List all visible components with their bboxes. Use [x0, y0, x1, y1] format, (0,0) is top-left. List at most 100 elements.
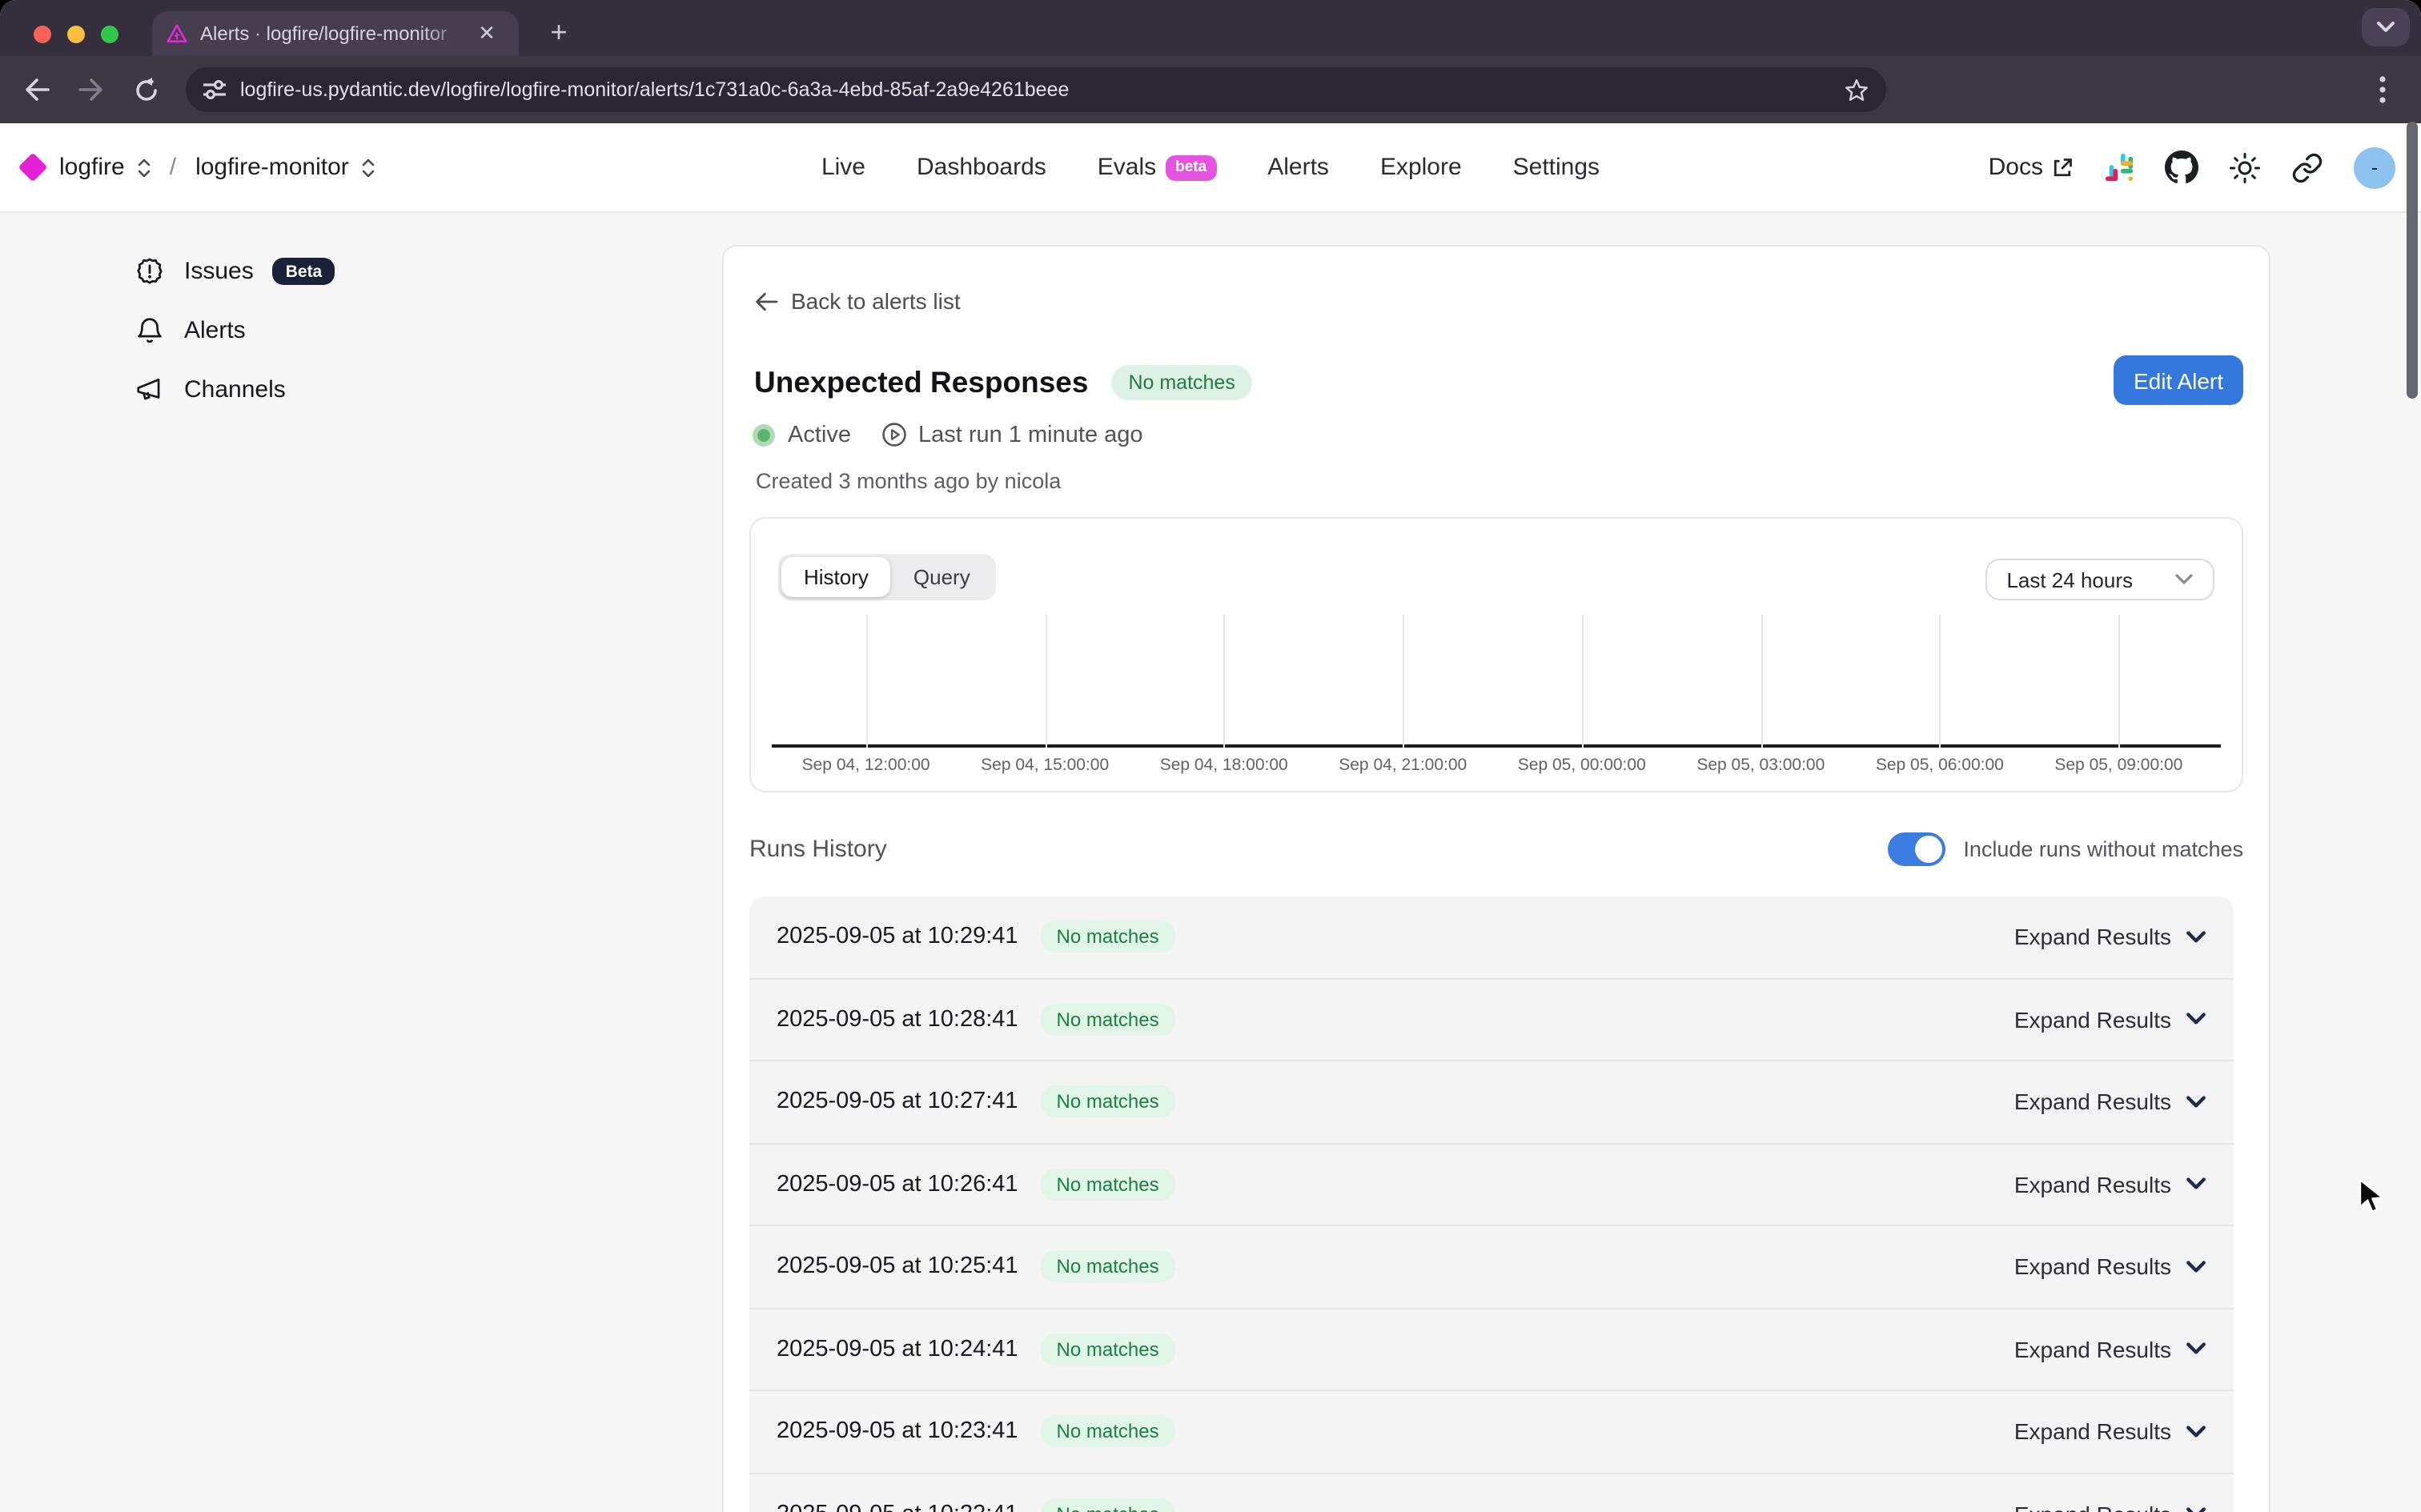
run-timestamp: 2025-09-05 at 10:23:41	[777, 1419, 1018, 1445]
new-tab-button[interactable]: +	[538, 13, 580, 54]
nav-item-settings[interactable]: Settings	[1513, 154, 1600, 181]
main-nav: Live Dashboards Evalsbeta Alerts Explore Sett…	[821, 154, 1600, 181]
expand-results-label: Expand Results	[2014, 1254, 2171, 1280]
run-row: 2025-09-05 at 10:27:41 No matches Expand…	[749, 1061, 2234, 1144]
minimize-window-button[interactable]	[67, 26, 85, 43]
expand-results-label: Expand Results	[2014, 924, 2171, 950]
browser-toolbar: logfire-us.pydantic.dev/logfire/logfire-…	[0, 56, 2421, 123]
expand-results-button[interactable]: Expand Results	[2014, 924, 2206, 950]
page-scrollbar[interactable]	[2407, 122, 2418, 399]
runs-history-title: Runs History	[749, 836, 887, 863]
expand-results-button[interactable]: Expand Results	[2014, 1172, 2206, 1197]
chart-x-tick-label: Sep 05, 00:00:00	[1518, 756, 1646, 775]
theme-sun-icon[interactable]	[2229, 151, 2261, 183]
expand-results-button[interactable]: Expand Results	[2014, 1419, 2206, 1445]
browser-menu-button[interactable]	[2363, 75, 2402, 104]
expand-results-label: Expand Results	[2014, 1007, 2171, 1033]
chevron-down-icon	[2186, 1013, 2206, 1027]
active-status-dot	[753, 423, 775, 446]
window-controls[interactable]	[34, 26, 118, 43]
run-row: 2025-09-05 at 10:25:41 No matches Expand…	[749, 1226, 2234, 1309]
site-settings-icon[interactable]	[202, 78, 227, 101]
megaphone-icon	[134, 375, 165, 405]
back-to-alerts-link[interactable]: Back to alerts list	[754, 288, 961, 314]
forward-button[interactable]	[64, 77, 118, 102]
run-timestamp: 2025-09-05 at 10:29:41	[777, 924, 1018, 950]
chart-gridline	[1582, 615, 1584, 748]
url-text[interactable]: logfire-us.pydantic.dev/logfire/logfire-…	[240, 78, 1843, 101]
sidebar-item-issues[interactable]: Issues Beta	[134, 256, 335, 287]
nav-item-label: Alerts	[1267, 154, 1329, 181]
chart-x-tick-labels: Sep 04, 12:00:00Sep 04, 15:00:00Sep 04, …	[772, 756, 2221, 778]
app-header: logfire / logfire-monitor LiveDashboards…	[0, 123, 2421, 213]
history-query-tabs: History Query	[778, 554, 996, 600]
user-avatar[interactable]: -	[2354, 146, 2395, 188]
runs-list: 2025-09-05 at 10:29:41 No matches Expand…	[749, 896, 2234, 1512]
chart-x-tick-label: Sep 04, 18:00:00	[1160, 756, 1288, 775]
run-row: 2025-09-05 at 10:26:41 No matches Expand…	[749, 1144, 2234, 1226]
run-timestamp: 2025-09-05 at 10:24:41	[777, 1337, 1018, 1362]
tab-search-button[interactable]	[2362, 8, 2410, 46]
nav-item-alerts[interactable]: Alerts	[1267, 154, 1329, 181]
nav-item-explore[interactable]: Explore	[1380, 154, 1462, 181]
expand-results-button[interactable]: Expand Results	[2014, 1254, 2206, 1280]
sidebar-item-channels[interactable]: Channels	[134, 375, 286, 405]
history-chart	[772, 615, 2221, 748]
external-link-icon	[2051, 156, 2074, 178]
close-window-button[interactable]	[34, 26, 51, 43]
logfire-favicon-icon	[165, 22, 189, 46]
chart-x-tick-label: Sep 05, 09:00:00	[2054, 756, 2182, 775]
bookmark-star-icon[interactable]	[1843, 76, 1870, 103]
alert-status-badge: No matches	[1110, 365, 1252, 400]
chevron-down-icon	[2186, 1177, 2206, 1192]
include-runs-toggle[interactable]	[1888, 832, 1945, 866]
sidebar-item-alerts[interactable]: Alerts	[134, 315, 246, 346]
chevron-down-icon	[2376, 21, 2395, 34]
org-selector[interactable]: logfire	[59, 154, 125, 181]
github-icon[interactable]	[2165, 150, 2198, 184]
zoom-window-button[interactable]	[101, 26, 118, 43]
docs-label: Docs	[1989, 154, 2043, 181]
tab-close-icon[interactable]: ✕	[472, 19, 501, 48]
header-actions: Docs -	[1989, 146, 2395, 188]
run-row: 2025-09-05 at 10:22:41 No matches Expand…	[749, 1474, 2234, 1512]
project-selector[interactable]: logfire-monitor	[195, 154, 349, 181]
time-range-select[interactable]: Last 24 hours	[1985, 559, 2214, 600]
nav-item-evals[interactable]: Evalsbeta	[1098, 154, 1216, 181]
expand-results-label: Expand Results	[2014, 1502, 2171, 1512]
tab-query[interactable]: Query	[891, 557, 993, 597]
sidebar-item-label: Alerts	[184, 317, 246, 344]
nav-item-dashboards[interactable]: Dashboards	[917, 154, 1046, 181]
org-selector-chevrons-icon[interactable]	[138, 158, 151, 177]
expand-results-button[interactable]: Expand Results	[2014, 1089, 2206, 1115]
expand-results-button[interactable]: Expand Results	[2014, 1502, 2206, 1512]
run-timestamp: 2025-09-05 at 10:25:41	[777, 1254, 1018, 1280]
run-match-badge: No matches	[1041, 1498, 1175, 1512]
browser-window: Alerts · logfire/logfire-monitor ✕ + log…	[0, 0, 2421, 1512]
tab-history[interactable]: History	[781, 557, 891, 597]
slack-icon[interactable]	[2104, 152, 2134, 182]
back-button[interactable]	[10, 77, 64, 102]
expand-results-button[interactable]: Expand Results	[2014, 1337, 2206, 1362]
include-runs-toggle-label: Include runs without matches	[1963, 837, 2243, 861]
nav-item-live[interactable]: Live	[821, 154, 865, 181]
alert-detail-card: Back to alerts list Unexpected Responses…	[722, 245, 2270, 1512]
nav-item-label: Explore	[1380, 154, 1462, 181]
browser-tab[interactable]: Alerts · logfire/logfire-monitor ✕	[152, 11, 519, 56]
chevron-down-icon	[2186, 1425, 2206, 1439]
project-selector-chevrons-icon[interactable]	[362, 158, 375, 177]
expand-results-button[interactable]: Expand Results	[2014, 1007, 2206, 1033]
chart-x-axis	[772, 744, 2221, 748]
docs-link[interactable]: Docs	[1989, 154, 2074, 181]
run-match-badge: No matches	[1041, 1004, 1175, 1036]
logfire-logo-icon	[18, 153, 48, 182]
run-row: 2025-09-05 at 10:29:41 No matches Expand…	[749, 896, 2234, 979]
beta-badge: Beta	[273, 258, 335, 285]
address-bar[interactable]: logfire-us.pydantic.dev/logfire/logfire-…	[186, 67, 1886, 112]
share-link-icon[interactable]	[2291, 151, 2323, 183]
edit-alert-button[interactable]: Edit Alert	[2114, 355, 2243, 405]
reload-button[interactable]	[118, 76, 173, 103]
chart-x-tick-label: Sep 05, 06:00:00	[1876, 756, 2004, 775]
chart-x-tick-label: Sep 04, 21:00:00	[1339, 756, 1467, 775]
last-run-label: Last run 1 minute ago	[918, 422, 1143, 447]
